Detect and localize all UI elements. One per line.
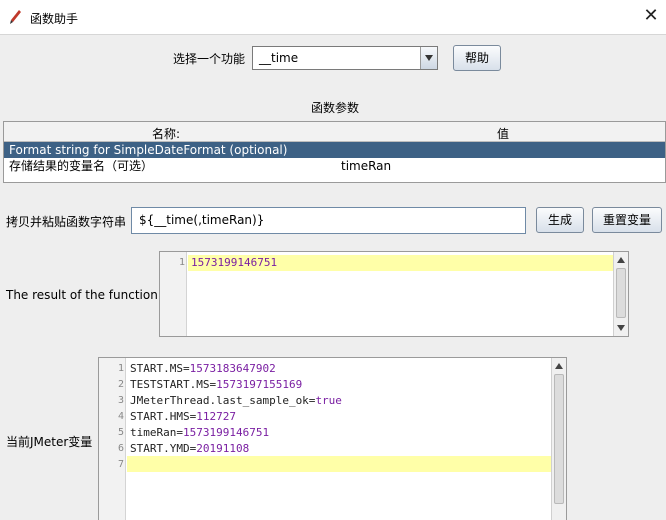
- help-button[interactable]: 帮助: [453, 45, 501, 71]
- code-line: START.MS=1573183647902: [130, 362, 276, 375]
- params-table: 名称: 值 Format string for SimpleDateFormat…: [3, 121, 666, 183]
- scroll-thumb[interactable]: [554, 374, 564, 504]
- result-text-area[interactable]: 1 1573199146751: [159, 251, 629, 337]
- var-key: START.HMS=: [130, 410, 197, 423]
- generate-button[interactable]: 生成: [536, 207, 584, 233]
- var-value: 1573199146751: [182, 426, 270, 439]
- line-number: 3: [117, 395, 124, 406]
- scroll-thumb[interactable]: [616, 268, 626, 318]
- scroll-down-icon[interactable]: [617, 325, 625, 331]
- column-header-value[interactable]: 值: [497, 125, 509, 142]
- vertical-scrollbar[interactable]: [551, 358, 566, 520]
- param-value[interactable]: timeRan: [341, 158, 391, 174]
- vertical-scrollbar[interactable]: [613, 252, 628, 336]
- chevron-down-icon: [425, 55, 433, 61]
- line-number: 7: [117, 459, 124, 470]
- var-value: true: [315, 394, 342, 407]
- var-value: 1573183647902: [189, 362, 276, 375]
- function-string-input[interactable]: ${__time(,timeRan)}: [131, 207, 526, 234]
- function-select-label: 选择一个功能: [173, 52, 246, 66]
- line-number: 1: [178, 257, 185, 268]
- line-number: 5: [117, 427, 124, 438]
- table-row[interactable]: Format string for SimpleDateFormat (opti…: [4, 142, 665, 158]
- code-line: START.HMS=112727: [130, 410, 236, 423]
- var-key: TESTSTART.MS=: [130, 378, 217, 391]
- var-key: START.MS=: [130, 362, 190, 375]
- dropdown-button[interactable]: [420, 47, 437, 69]
- current-line-highlight: [127, 456, 551, 472]
- param-name: 存储结果的变量名（可选）: [9, 159, 154, 173]
- var-value: 112727: [196, 410, 236, 423]
- function-string-label: 拷贝并粘贴函数字符串: [6, 215, 127, 229]
- line-number: 4: [117, 411, 124, 422]
- line-number: 6: [117, 443, 124, 454]
- function-select[interactable]: __time: [252, 46, 438, 70]
- function-select-value: __time: [259, 51, 299, 65]
- line-number: 1: [117, 363, 124, 374]
- scroll-up-icon[interactable]: [555, 363, 563, 369]
- var-value: 1573197155169: [216, 378, 303, 391]
- var-key: JMeterThread.last_sample_ok=: [130, 394, 316, 407]
- code-line: START.YMD=20191108: [130, 442, 249, 455]
- line-number: 2: [117, 379, 124, 390]
- code-line: timeRan=1573199146751: [130, 426, 269, 439]
- var-key: timeRan=: [130, 426, 183, 439]
- table-row[interactable]: 存储结果的变量名（可选） timeRan: [4, 158, 665, 174]
- result-label: The result of the function is: [6, 288, 172, 302]
- jmeter-variables-text-area[interactable]: 1 START.MS=1573183647902 2 TESTSTART.MS=…: [98, 357, 567, 520]
- reset-variables-button[interactable]: 重置变量: [592, 207, 662, 233]
- var-key: START.YMD=: [130, 442, 197, 455]
- feather-icon: [10, 10, 21, 24]
- var-value: 20191108: [196, 442, 250, 455]
- code-line: 1573199146751: [191, 256, 277, 269]
- code-line: TESTSTART.MS=1573197155169: [130, 378, 302, 391]
- function-string-value: ${__time(,timeRan)}: [139, 213, 265, 227]
- close-icon[interactable]: ✕: [636, 0, 666, 34]
- params-section-title: 函数参数: [311, 101, 360, 115]
- code-line: JMeterThread.last_sample_ok=true: [130, 394, 342, 407]
- title-bar: 函数助手 ✕: [0, 0, 666, 35]
- param-name: Format string for SimpleDateFormat (opti…: [9, 143, 288, 157]
- scroll-up-icon[interactable]: [617, 257, 625, 263]
- params-table-header: 名称: 值: [4, 122, 665, 142]
- jmeter-variables-label: 当前JMeter变量: [6, 435, 93, 449]
- result-value: 1573199146751: [191, 256, 278, 269]
- column-header-name[interactable]: 名称:: [152, 125, 180, 142]
- window-title: 函数助手: [30, 12, 79, 26]
